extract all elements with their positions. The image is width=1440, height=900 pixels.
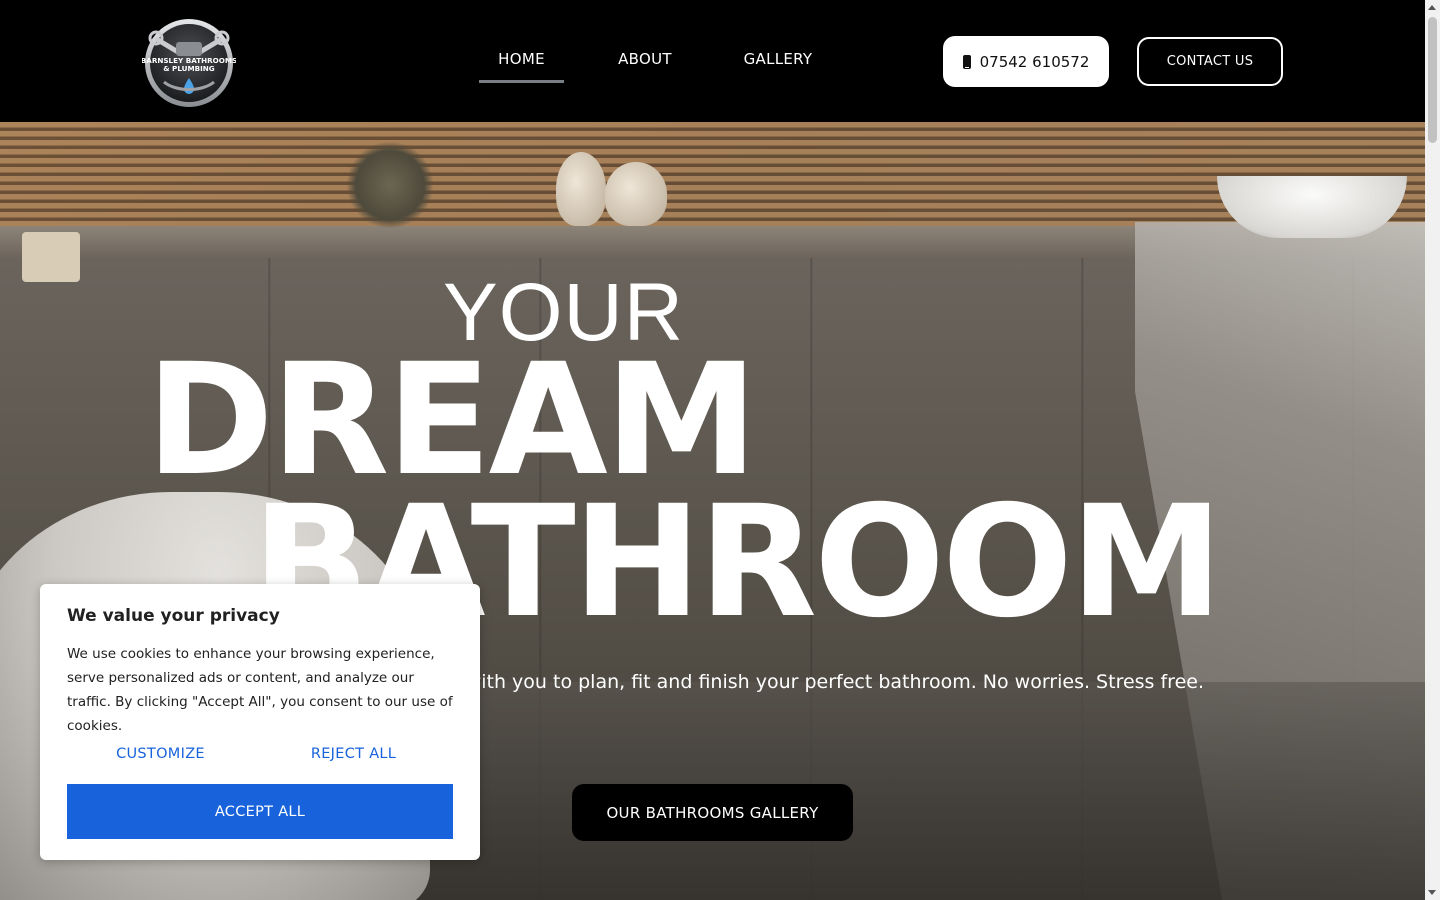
page: BARNSLEY BATHROOMS & PLUMBING HOME ABOUT… bbox=[0, 0, 1440, 900]
cookie-consent-banner: We value your privacy We use cookies to … bbox=[40, 584, 480, 860]
scroll-down-arrow-icon[interactable] bbox=[1428, 890, 1436, 895]
scrollbar-thumb[interactable] bbox=[1428, 17, 1437, 143]
hero-bg-plant bbox=[345, 142, 435, 228]
contact-us-button[interactable]: CONTACT US bbox=[1137, 37, 1283, 86]
wrench-logo-icon: BARNSLEY BATHROOMS & PLUMBING bbox=[141, 19, 237, 107]
cookie-title: We value your privacy bbox=[67, 606, 280, 626]
phone-button[interactable]: 07542 610572 bbox=[943, 36, 1109, 87]
hero-bg-vase bbox=[556, 152, 606, 226]
cookie-customize-button[interactable]: CUSTOMIZE bbox=[67, 746, 254, 762]
site-header: BARNSLEY BATHROOMS & PLUMBING HOME ABOUT… bbox=[0, 0, 1425, 122]
phone-number: 07542 610572 bbox=[979, 52, 1090, 71]
nav-gallery[interactable]: GALLERY bbox=[738, 50, 818, 68]
mobile-phone-icon bbox=[962, 54, 971, 69]
cookie-accept-all-button[interactable]: ACCEPT ALL bbox=[67, 784, 453, 839]
bathrooms-gallery-button[interactable]: OUR BATHROOMS GALLERY bbox=[572, 784, 853, 841]
scroll-up-arrow-icon[interactable] bbox=[1428, 5, 1436, 10]
cookie-description: We use cookies to enhance your browsing … bbox=[67, 646, 453, 734]
hero-bg-vase bbox=[605, 162, 667, 226]
nav-home[interactable]: HOME bbox=[479, 50, 564, 83]
page-scrollbar[interactable] bbox=[1425, 0, 1440, 900]
site-logo[interactable]: BARNSLEY BATHROOMS & PLUMBING bbox=[141, 18, 237, 108]
hero-bg-slats bbox=[0, 122, 1425, 232]
cookie-reject-all-button[interactable]: REJECT ALL bbox=[260, 746, 447, 762]
nav-about[interactable]: ABOUT bbox=[610, 50, 680, 68]
logo-text-line2: & PLUMBING bbox=[163, 64, 215, 73]
hero-bg-diffuser bbox=[22, 232, 80, 282]
